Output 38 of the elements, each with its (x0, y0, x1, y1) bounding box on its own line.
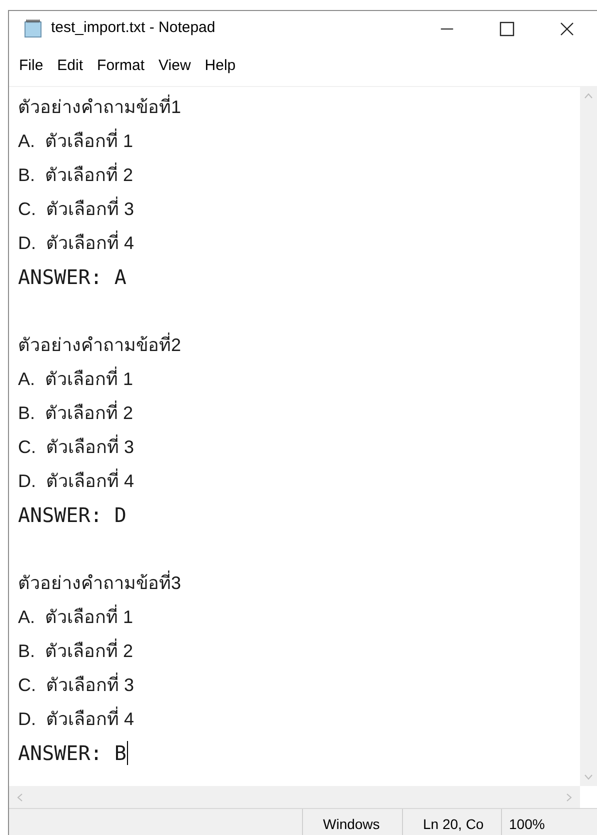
text-line: B. ตัวเลือกที่ 2 (18, 396, 134, 430)
text-line: C. ตัวเลือกที่ 3 (18, 430, 134, 464)
text-line: B. ตัวเลือกที่ 2 (18, 634, 134, 668)
menu-item[interactable]: File (12, 54, 50, 78)
menu-item[interactable]: Edit (50, 54, 90, 78)
text-line: ANSWER: A (18, 264, 126, 291)
text-line: ตัวอย่างคำถามข้อที่1 (18, 90, 182, 124)
minimize-icon (440, 28, 454, 30)
text-line: ตัวอย่างคำถามข้อที่2 (18, 328, 182, 362)
text-line: C. ตัวเลือกที่ 3 (18, 668, 134, 702)
menu-item[interactable]: View (152, 54, 198, 78)
text-line: D. ตัวเลือกที่ 4 (18, 464, 134, 498)
text-line: ตัวอย่างคำถามข้อที่3 (18, 566, 182, 600)
window-title: test_import.txt - Notepad (51, 18, 216, 38)
text-cursor (127, 741, 128, 765)
horizontal-scrollbar[interactable] (9, 786, 580, 808)
text-line: B. ตัวเลือกที่ 2 (18, 158, 134, 192)
text-line: D. ตัวเลือกที่ 4 (18, 702, 134, 736)
text-line: ANSWER: D (18, 502, 126, 529)
text-line: A. ตัวเลือกที่ 1 (18, 124, 134, 158)
scroll-right-icon[interactable] (566, 792, 572, 802)
text-line: C. ตัวเลือกที่ 3 (18, 192, 134, 226)
vertical-scrollbar[interactable] (580, 87, 597, 786)
notepad-icon (23, 18, 43, 38)
close-icon (559, 20, 575, 36)
text-line: D. ตัวเลือกที่ 4 (18, 226, 134, 260)
menu-item[interactable]: Help (198, 54, 243, 78)
menu-item[interactable]: Format (90, 54, 152, 78)
scroll-down-icon[interactable] (584, 774, 593, 780)
line-ending-label: Windows (323, 815, 380, 834)
zoom-label: 100% (509, 815, 545, 834)
text-line: A. ตัวเลือกที่ 1 (18, 600, 134, 634)
cursor-position-label: Ln 20, Co (423, 815, 484, 834)
maximize-icon (499, 20, 515, 36)
text-line: ANSWER: B (18, 740, 126, 767)
text-line: A. ตัวเลือกที่ 1 (18, 362, 134, 396)
scroll-left-icon[interactable] (17, 792, 23, 802)
scroll-up-icon[interactable] (584, 93, 593, 99)
